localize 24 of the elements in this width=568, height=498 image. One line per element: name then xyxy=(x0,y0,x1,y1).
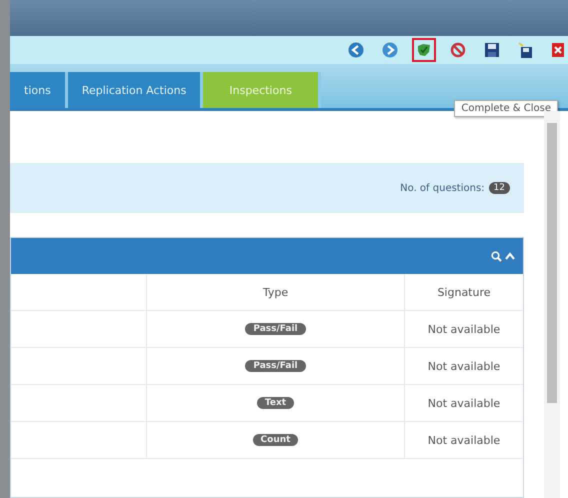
save-icon[interactable] xyxy=(484,42,500,58)
table-cell: Not available xyxy=(428,322,500,336)
tooltip: Complete & Close xyxy=(454,100,558,117)
tab[interactable]: tions xyxy=(10,72,68,108)
tab[interactable]: Replication Actions xyxy=(68,72,204,108)
scrollbar[interactable] xyxy=(544,111,560,498)
column-header: Signature xyxy=(437,286,491,298)
questions-label: No. of questions: xyxy=(400,182,485,194)
type-badge: Count xyxy=(252,434,298,446)
cancel-icon[interactable] xyxy=(450,42,466,58)
count-badge: 12 xyxy=(488,182,510,194)
complete-icon[interactable] xyxy=(416,42,432,58)
save-icon[interactable] xyxy=(518,42,534,58)
table-cell: Not available xyxy=(428,434,500,446)
type-badge: Pass/Fail xyxy=(245,360,306,372)
search-icon[interactable] xyxy=(491,250,502,262)
type-badge: Pass/Fail xyxy=(245,323,306,335)
tab[interactable]: Inspections xyxy=(203,72,321,108)
close-icon[interactable] xyxy=(552,42,564,58)
table-cell: Not available xyxy=(428,360,500,372)
chevron-up-icon[interactable] xyxy=(505,252,515,260)
column-header: Type xyxy=(262,286,288,298)
table-cell: Not available xyxy=(428,396,500,410)
type-badge: Text xyxy=(256,397,294,409)
